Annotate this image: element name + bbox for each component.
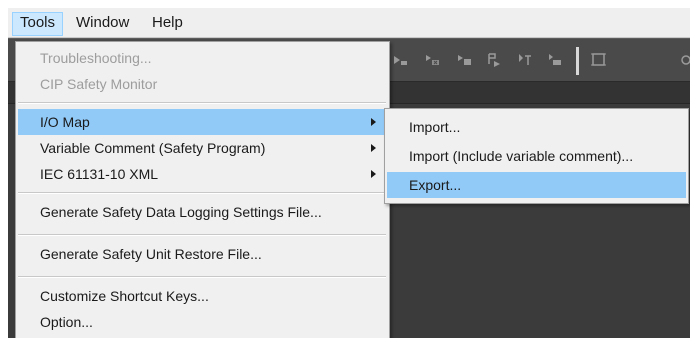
tools-dropdown-menu: Troubleshooting... CIP Safety Monitor I/… <box>15 41 390 338</box>
menu-item-generate-restore-file[interactable]: Generate Safety Unit Restore File... <box>18 241 386 267</box>
menu-item-iec-xml[interactable]: IEC 61131-10 XML <box>18 161 386 187</box>
run-to-icon[interactable] <box>486 52 504 68</box>
menu-item-customize-shortcut-keys[interactable]: Customize Shortcut Keys... <box>18 283 386 309</box>
menu-item-generate-logging-settings[interactable]: Generate Safety Data Logging Settings Fi… <box>18 199 386 225</box>
menu-separator <box>18 102 386 104</box>
menu-separator <box>18 234 386 236</box>
frame-icon[interactable] <box>590 52 608 68</box>
menu-help[interactable]: Help <box>145 12 190 34</box>
breakpoint-icon[interactable] <box>516 52 534 68</box>
menu-item-cip-safety-monitor[interactable]: CIP Safety Monitor <box>18 71 386 97</box>
menu-separator <box>18 276 386 278</box>
application-window: Tools Window Help Troubleshooting... CIP… <box>8 8 690 338</box>
submenu-arrow-icon <box>371 144 376 152</box>
overflow-icon[interactable] <box>678 52 690 68</box>
menu-item-label: Variable Comment (Safety Program) <box>40 140 266 156</box>
menu-item-io-map[interactable]: I/O Map <box>18 109 386 135</box>
submenu-arrow-icon <box>371 170 376 178</box>
step-out-icon[interactable] <box>456 52 474 68</box>
toolbar-separator <box>576 47 579 75</box>
menu-bar: Tools Window Help <box>8 8 690 38</box>
submenu-item-import-with-comment[interactable]: Import (Include variable comment)... <box>387 143 686 169</box>
menu-separator <box>18 192 386 194</box>
menu-item-label: IEC 61131-10 XML <box>40 166 159 182</box>
clear-breakpoint-icon[interactable] <box>546 52 564 68</box>
menu-item-troubleshooting[interactable]: Troubleshooting... <box>18 45 386 71</box>
submenu-arrow-icon <box>371 118 376 126</box>
step-icon[interactable] <box>392 52 410 68</box>
menu-item-variable-comment[interactable]: Variable Comment (Safety Program) <box>18 135 386 161</box>
submenu-item-import[interactable]: Import... <box>387 114 686 140</box>
submenu-item-export[interactable]: Export... <box>387 172 686 198</box>
menu-window[interactable]: Window <box>69 12 136 34</box>
menu-item-label: I/O Map <box>40 114 90 130</box>
menu-tools[interactable]: Tools <box>12 12 64 36</box>
menu-item-option[interactable]: Option... <box>18 309 386 335</box>
io-map-submenu: Import... Import (Include variable comme… <box>384 108 689 204</box>
step-into-icon[interactable] <box>424 52 442 68</box>
